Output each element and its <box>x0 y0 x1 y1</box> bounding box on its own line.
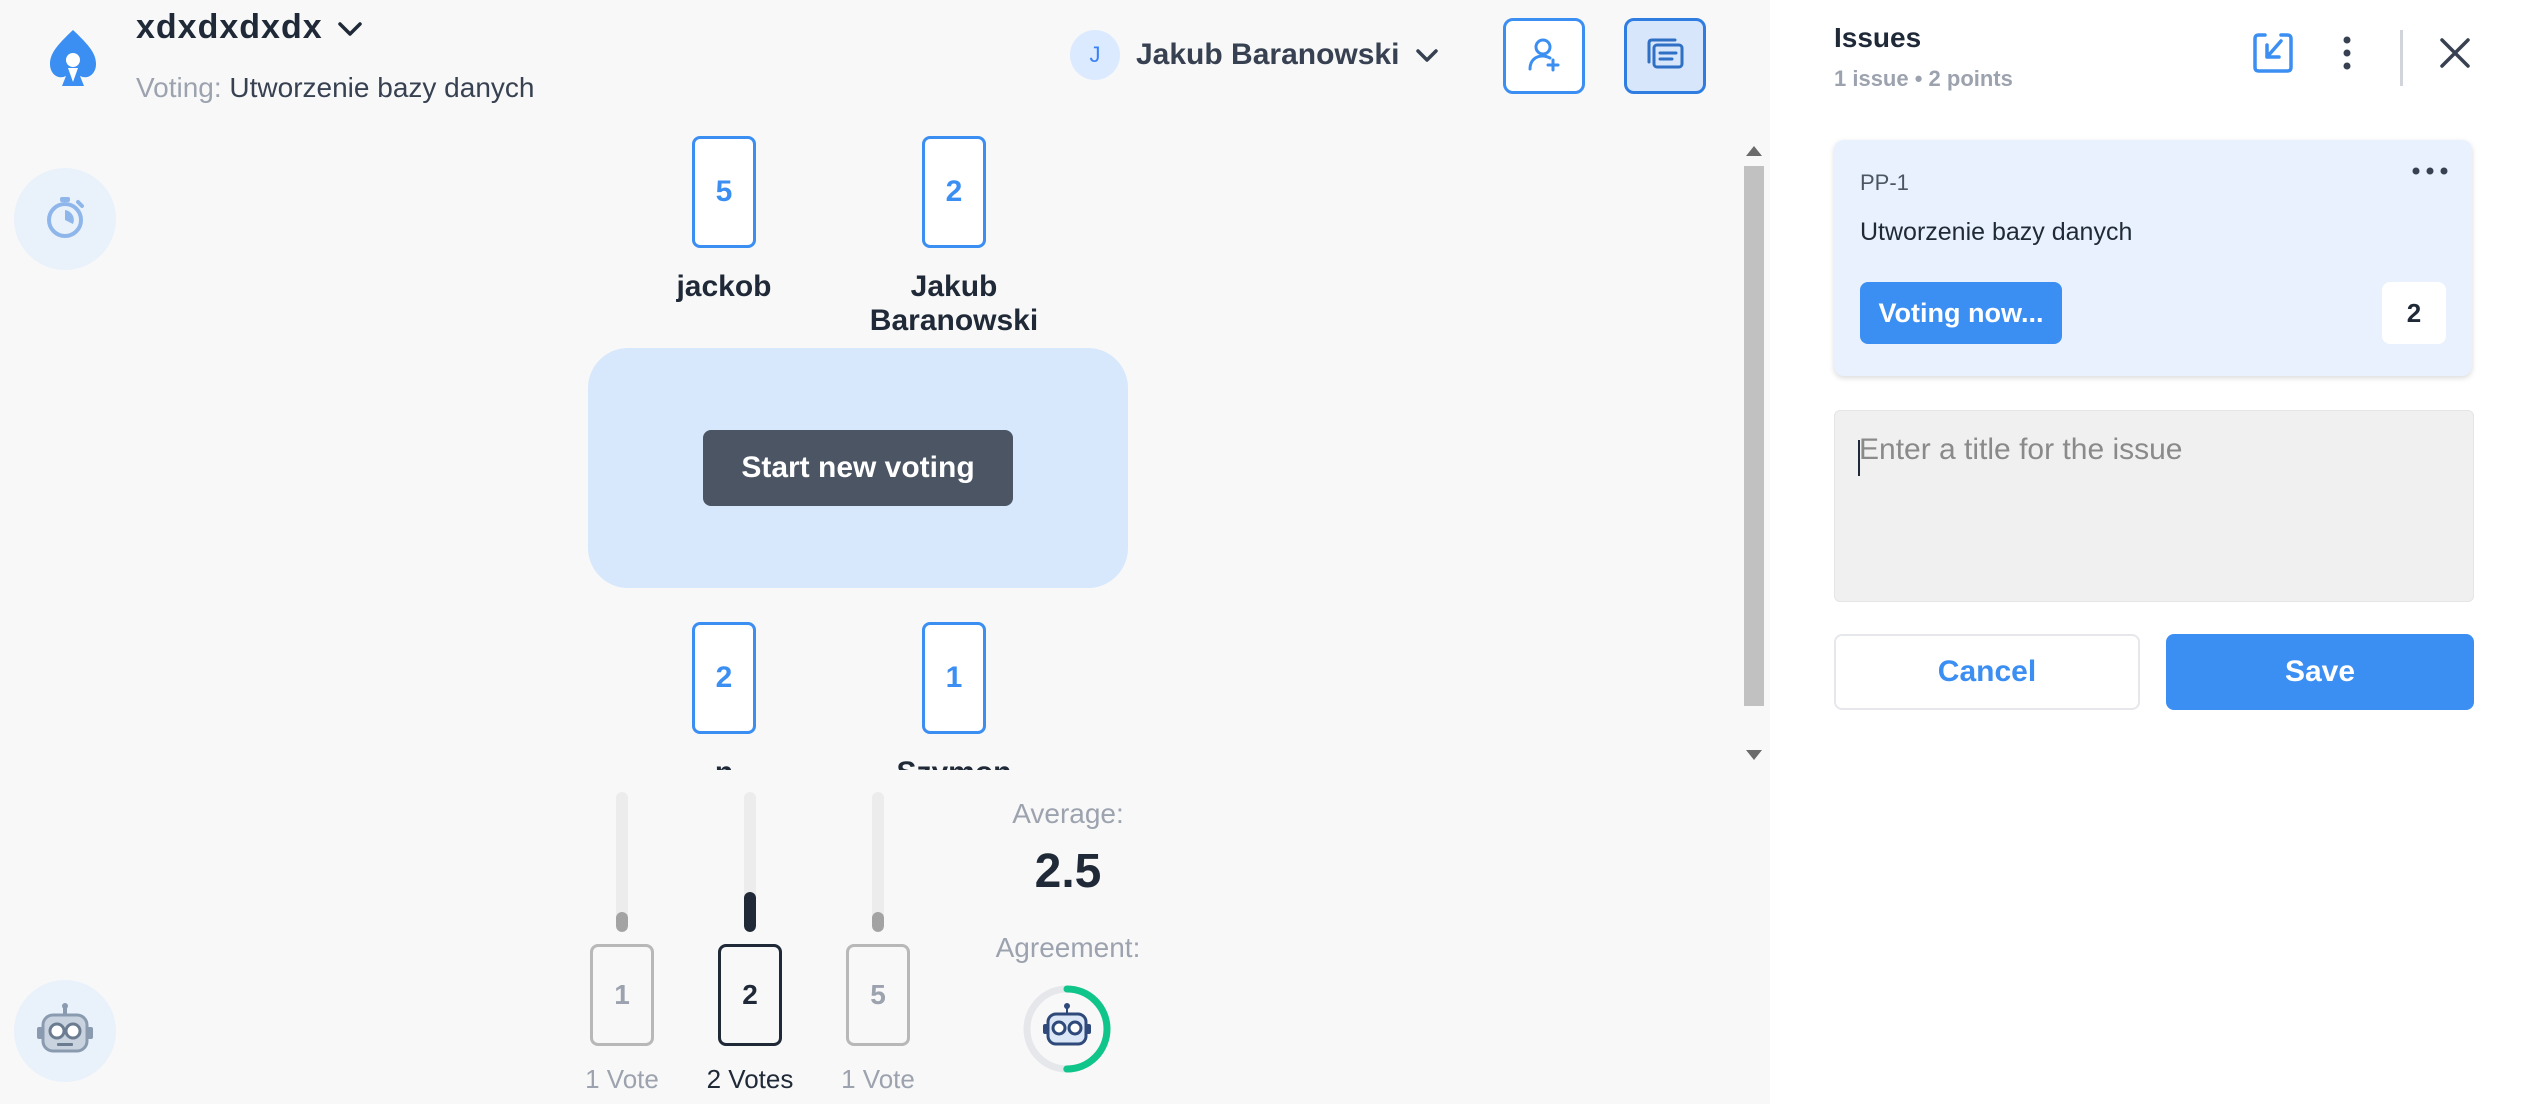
vote-result: 1 1 Vote <box>562 792 682 1095</box>
start-new-voting-button[interactable]: Start new voting <box>703 430 1013 506</box>
issue-card[interactable]: PP-1 Utworzenie bazy danych Voting now..… <box>1834 140 2472 376</box>
vote-bar-fill <box>744 892 756 932</box>
player-name: Jakub Baranowski <box>869 270 1039 337</box>
timer-button[interactable] <box>14 168 116 270</box>
rocket-logo-icon[interactable] <box>38 24 108 94</box>
vote-count: 1 Vote <box>585 1064 659 1094</box>
voting-issue-title: Utworzenie bazy danych <box>229 72 535 103</box>
user-name: Jakub Baranowski <box>1136 38 1400 71</box>
average-label: Average: <box>1012 798 1124 829</box>
timer-icon <box>42 194 88 245</box>
current-voting-issue: Voting: Utworzenie bazy danych <box>136 72 534 104</box>
scroll-down-icon[interactable] <box>1746 750 1762 760</box>
table-scrollbar[interactable] <box>1742 138 1766 768</box>
planning-poker-app: xdxdxdxdx Voting: Utworzenie bazy danych… <box>0 0 2534 1104</box>
room-name-dropdown[interactable]: xdxdxdxdx <box>136 8 363 47</box>
player-name: Szymon <box>834 756 1074 770</box>
more-vertical-icon <box>2342 35 2352 76</box>
issue-menu-button[interactable] <box>2410 164 2450 182</box>
user-menu[interactable]: J Jakub Baranowski <box>1070 28 1439 82</box>
issue-key: PP-1 <box>1860 170 1909 195</box>
player-name: jackob <box>676 270 772 303</box>
vote-bar <box>744 792 756 932</box>
more-horizontal-icon <box>2410 164 2450 181</box>
vote-bar <box>616 792 628 932</box>
player-card: 5 <box>692 136 756 248</box>
issue-title-input[interactable] <box>1834 410 2474 602</box>
average-value: 2.5 <box>1034 845 1102 898</box>
issues-options-button[interactable] <box>2322 28 2372 82</box>
player-seat: 5 jackob <box>604 136 844 304</box>
text-caret <box>1858 440 1860 476</box>
import-issues-button[interactable] <box>2248 28 2298 82</box>
voting-label: Voting: <box>136 72 222 103</box>
issues-list-icon <box>1645 36 1685 77</box>
result-card: 5 <box>846 944 910 1046</box>
player-card: 1 <box>922 622 986 734</box>
save-button[interactable]: Save <box>2166 634 2474 710</box>
vote-bar-fill <box>872 912 884 932</box>
chevron-down-icon <box>337 8 363 47</box>
player-name: n <box>604 756 844 770</box>
player-card: 2 <box>922 136 986 248</box>
room-name: xdxdxdxdx <box>136 8 323 46</box>
vote-bar-fill <box>616 912 628 932</box>
avatar: J <box>1070 30 1120 80</box>
scroll-up-icon[interactable] <box>1746 146 1762 156</box>
issue-title: Utworzenie bazy danych <box>1860 218 2133 246</box>
result-card: 2 <box>718 944 782 1046</box>
result-card: 1 <box>590 944 654 1046</box>
vote-result: 2 2 Votes <box>690 792 810 1095</box>
vote-count: 1 Vote <box>841 1064 915 1094</box>
invite-player-icon <box>1526 36 1562 77</box>
close-icon <box>2438 36 2472 75</box>
voting-now-button[interactable]: Voting now... <box>1860 282 2062 344</box>
poker-bot-button[interactable] <box>14 980 116 1082</box>
close-panel-button[interactable] <box>2430 28 2480 82</box>
import-issues-icon <box>2251 31 2295 80</box>
cancel-button[interactable]: Cancel <box>1834 634 2140 710</box>
vote-bar <box>872 792 884 932</box>
issue-points[interactable]: 2 <box>2382 282 2446 344</box>
issues-panel: Issues 1 issue • 2 points PP-1 Utworzeni… <box>1770 0 2534 1104</box>
panel-divider <box>2400 30 2403 86</box>
robot-icon <box>35 1001 95 1062</box>
issues-summary: 1 issue • 2 points <box>1834 66 2013 91</box>
left-rail <box>0 0 130 1104</box>
issues-panel-title: Issues <box>1834 22 1922 53</box>
poker-table-viewport: 5 jackob 2 Jakub Baranowski Start new vo… <box>560 130 1720 770</box>
chevron-down-icon <box>1415 38 1439 72</box>
player-seat: 2 n <box>604 622 844 770</box>
scroll-thumb[interactable] <box>1744 166 1764 706</box>
toggle-issues-button[interactable] <box>1624 18 1706 94</box>
vote-count: 2 Votes <box>706 1064 794 1094</box>
player-seat: 2 Jakub Baranowski <box>834 136 1074 338</box>
invite-player-button[interactable] <box>1503 18 1585 94</box>
player-seat: 1 Szymon <box>834 622 1074 770</box>
robot-icon <box>1043 1003 1091 1046</box>
poker-table: Start new voting <box>588 348 1128 588</box>
agreement-gauge <box>1020 982 1114 1076</box>
agreement-label: Agreement: <box>995 932 1141 963</box>
vote-result: 5 1 Vote <box>818 792 938 1095</box>
player-card: 2 <box>692 622 756 734</box>
